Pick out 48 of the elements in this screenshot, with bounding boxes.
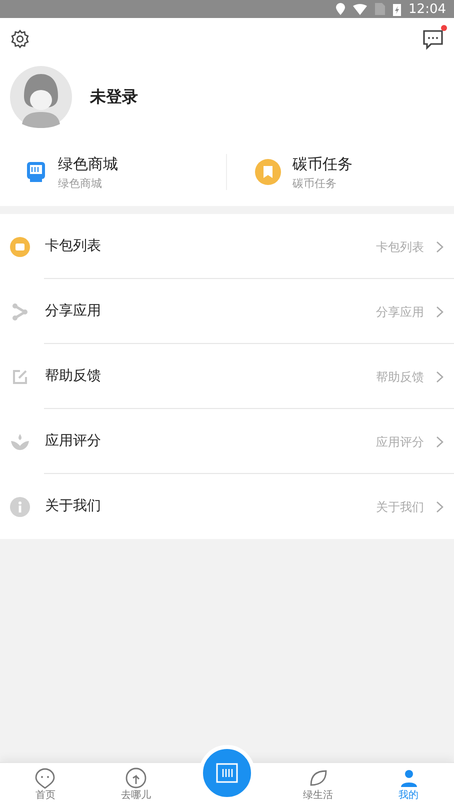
chevron-right-icon xyxy=(436,436,444,448)
signpost-icon xyxy=(125,767,148,789)
tab-item[interactable]: 首页 xyxy=(0,763,91,806)
wifi-icon xyxy=(352,4,367,14)
message-icon xyxy=(10,236,30,256)
tab-item[interactable]: 绿生活 xyxy=(272,763,364,806)
menu-item[interactable]: 帮助反馈 帮助反馈 xyxy=(0,344,454,409)
menu-label: 关于我们 xyxy=(45,497,101,516)
menu-value: 分享应用 xyxy=(376,304,424,320)
tab-item[interactable]: 我的 xyxy=(363,763,454,806)
kiosk-icon xyxy=(26,161,46,183)
menu-value: 关于我们 xyxy=(376,498,424,516)
shortcut-title: 绿色商城 xyxy=(58,154,118,174)
chevron-right-icon xyxy=(436,370,444,382)
shortcut-subtitle: 碳币任务 xyxy=(292,176,338,190)
menu-value: 帮助反馈 xyxy=(376,368,424,386)
menu-item[interactable]: 应用评分 应用评分 xyxy=(0,409,454,474)
chevron-right-icon xyxy=(436,500,444,512)
message-icon[interactable] xyxy=(422,28,444,50)
barcode-icon xyxy=(216,763,238,783)
chevron-right-icon xyxy=(436,306,444,318)
lotus-icon xyxy=(10,432,30,452)
clock: 12:04 xyxy=(408,2,446,16)
share-icon xyxy=(10,302,30,322)
settings-icon[interactable] xyxy=(10,29,30,49)
location-icon xyxy=(336,3,345,15)
login-status[interactable]: 未登录 xyxy=(90,85,138,109)
shortcut-item[interactable]: 绿色商城 绿色商城 xyxy=(0,154,226,190)
chevron-right-icon xyxy=(436,240,444,252)
avatar xyxy=(10,66,72,128)
menu-value: 卡包列表 xyxy=(376,238,424,256)
shortcut-item[interactable]: 碳币任务 碳币任务 xyxy=(226,154,454,190)
menu-label: 应用评分 xyxy=(45,432,101,451)
shortcut-title: 碳币任务 xyxy=(292,154,352,174)
face-icon xyxy=(34,767,56,789)
menu-item[interactable]: 关于我们 关于我们 xyxy=(0,474,454,539)
menu-label: 分享应用 xyxy=(45,302,101,321)
menu-label: 帮助反馈 xyxy=(45,367,101,386)
shortcut-subtitle: 绿色商城 xyxy=(58,176,103,190)
tab-item[interactable]: 去哪儿 xyxy=(90,763,182,806)
bookmark-icon xyxy=(254,159,280,185)
info-icon xyxy=(10,496,30,516)
menu-item[interactable]: 卡包列表 卡包列表 xyxy=(0,214,454,279)
menu-value: 应用评分 xyxy=(376,434,424,450)
menu-label: 卡包列表 xyxy=(45,237,101,256)
battery-charging-icon xyxy=(392,2,401,16)
menu-item[interactable]: 分享应用 分享应用 xyxy=(0,279,454,344)
no-sim-icon xyxy=(374,3,385,15)
